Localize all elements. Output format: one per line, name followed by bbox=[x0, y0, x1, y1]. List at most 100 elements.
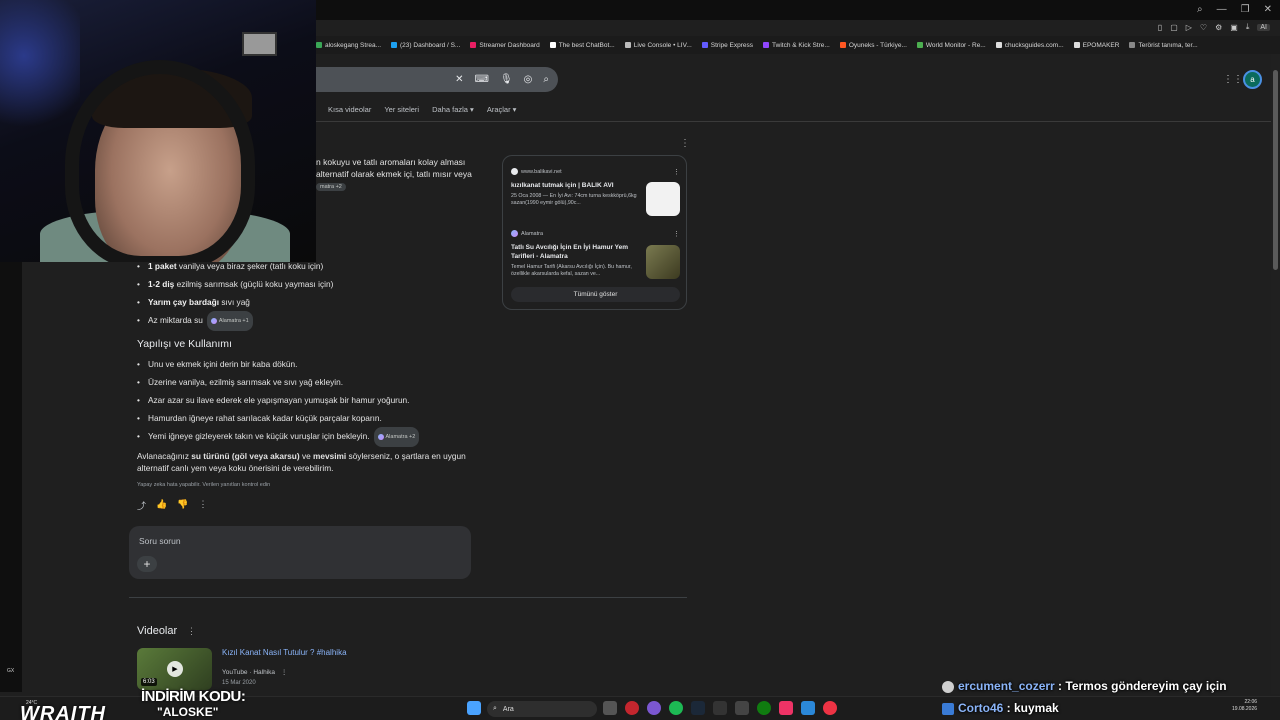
bookmark-favicon-icon bbox=[839, 42, 846, 48]
ingredient-item: Az miktarda su Alamatra +1 bbox=[137, 311, 333, 331]
paragraph-bold: su türünü (göl veya akarsu) bbox=[191, 451, 300, 461]
bookmark-label: chucksguides.com... bbox=[1004, 41, 1064, 49]
search-tab[interactable]: Yer siteleri bbox=[384, 105, 419, 114]
thumbs-down-icon[interactable]: 👎 bbox=[177, 499, 188, 512]
video-menu-icon[interactable]: ⋮ bbox=[281, 669, 288, 676]
source-chip[interactable]: Alamatra +1 bbox=[206, 311, 253, 331]
search-tabs-icon[interactable]: ⌕ bbox=[1197, 4, 1203, 15]
lens-icon[interactable]: ◎ bbox=[524, 74, 533, 85]
bookmark-item[interactable]: chucksguides.com... bbox=[995, 41, 1064, 49]
app-icon[interactable] bbox=[779, 701, 793, 715]
paragraph-bold: mevsimi bbox=[313, 451, 347, 461]
show-all-button[interactable]: Tümünü göster bbox=[511, 287, 680, 302]
more-icon[interactable]: ⋮ bbox=[198, 499, 207, 512]
download-icon[interactable]: ⤓ bbox=[1246, 22, 1250, 32]
video-title-link[interactable]: Kızıl Kanat Nasıl Tutulur ? #halhika bbox=[222, 648, 347, 657]
bookmark-label: (23) Dashboard / S... bbox=[400, 41, 461, 49]
taskbar-search[interactable]: ⌕ Ara bbox=[487, 701, 597, 717]
steps-list: Unu ve ekmek içini derin bir kaba dökün.… bbox=[137, 355, 420, 447]
bookmark-item[interactable]: Live Console • LIV... bbox=[624, 41, 692, 49]
ai-extension-button[interactable]: AI bbox=[1257, 23, 1270, 31]
search-tab[interactable]: Daha fazla ▾ bbox=[432, 105, 474, 114]
minimize-icon[interactable]: — bbox=[1217, 4, 1227, 15]
section-title: Yapılışı ve Kullanımı bbox=[137, 338, 232, 350]
taskbar-apps bbox=[603, 701, 837, 715]
search-icon: ⌕ bbox=[493, 705, 497, 712]
bookmark-item[interactable]: The best ChatBot... bbox=[549, 42, 615, 49]
ai-overview-menu-icon[interactable]: ⋮ bbox=[680, 138, 690, 149]
spotify-icon[interactable] bbox=[669, 701, 683, 715]
bookmark-item[interactable]: Streamer Dashboard bbox=[470, 42, 540, 49]
source-title[interactable]: Tatlı Su Avcılığı İçin En İyi Hamur Yem … bbox=[511, 243, 639, 261]
play-icon: ▶ bbox=[167, 661, 183, 677]
microphone-icon[interactable]: 🎙 bbox=[500, 74, 513, 85]
taskbar-search-label: Ara bbox=[502, 705, 514, 713]
webcam-light bbox=[0, 0, 80, 140]
screenshot-icon[interactable]: ▢ bbox=[1170, 23, 1178, 32]
xbox-icon[interactable] bbox=[757, 701, 771, 715]
ingredient-amount: 1 paket bbox=[148, 261, 177, 271]
close-icon[interactable]: ✕ bbox=[1264, 4, 1272, 15]
video-thumbnail[interactable]: ▶ 6:03 bbox=[137, 648, 212, 690]
video-source: YouTube · Halhika ⋮ bbox=[222, 668, 287, 676]
search-tab[interactable]: Araçlar ▾ bbox=[487, 105, 517, 114]
bait-photo-thumbnail[interactable] bbox=[646, 245, 680, 279]
account-avatar[interactable]: a bbox=[1243, 70, 1262, 89]
obs-icon[interactable] bbox=[823, 701, 837, 715]
opera-gx-icon[interactable] bbox=[625, 701, 639, 715]
source-menu-icon[interactable]: ⋮ bbox=[673, 230, 680, 238]
search-tab[interactable]: Kısa videolar bbox=[328, 105, 371, 114]
share-icon[interactable]: ⤴ bbox=[137, 499, 146, 512]
step-item: Azar azar su ilave ederek ele yapışmayan… bbox=[137, 391, 419, 409]
bookmark-item[interactable]: World Monitor - Re... bbox=[916, 41, 986, 49]
ask-placeholder: Soru sorun bbox=[139, 536, 181, 546]
fish-drawing-thumbnail[interactable] bbox=[646, 182, 680, 216]
windows-start-icon[interactable] bbox=[467, 701, 481, 715]
app-icon[interactable] bbox=[801, 701, 815, 715]
ask-followup-box[interactable]: Soru sorun + bbox=[129, 526, 471, 579]
thumbs-up-icon[interactable]: 👍 bbox=[156, 499, 167, 512]
overview-text-fragment: n kokuyu ve tatlı aromaları kolay alması bbox=[316, 157, 466, 167]
scrollbar-thumb[interactable] bbox=[1273, 70, 1278, 270]
task-view-icon[interactable] bbox=[603, 701, 617, 715]
bookmark-label: Live Console • LIV... bbox=[633, 41, 692, 49]
heart-icon[interactable]: ♡ bbox=[1200, 23, 1207, 32]
source-snippet: 25 Oca 2008 — En İyi Avı: 74cm turna kes… bbox=[511, 193, 637, 206]
source-menu-icon[interactable]: ⋮ bbox=[673, 168, 680, 176]
bookmark-favicon-icon bbox=[701, 42, 708, 48]
bookmark-item[interactable]: EPOMAKER bbox=[1073, 42, 1119, 49]
clear-search-icon[interactable]: ✕ bbox=[455, 74, 463, 85]
videos-menu-icon[interactable]: ⋮ bbox=[187, 626, 196, 637]
bookmark-item[interactable]: Terörist tanıma, ter... bbox=[1129, 42, 1198, 49]
source-chip[interactable]: matra +2 bbox=[316, 181, 346, 191]
discord-icon[interactable] bbox=[647, 701, 661, 715]
bookmark-label: World Monitor - Re... bbox=[925, 41, 986, 49]
bookmark-item[interactable]: Twitch & Kick Stre... bbox=[763, 42, 830, 49]
source-title[interactable]: kızılkanat tutmak için | BALIK AVI bbox=[511, 181, 639, 190]
brand-logo: WRAITH bbox=[20, 703, 106, 720]
capcut-icon[interactable] bbox=[735, 701, 749, 715]
source-chip[interactable]: Alamatra +2 bbox=[373, 427, 420, 447]
ingredient-text: ezilmiş sarımsak (güçlü koku yayması içi… bbox=[174, 279, 334, 289]
bookmark-item[interactable]: Stripe Express bbox=[701, 42, 753, 49]
webcam-overlay bbox=[0, 0, 316, 262]
bookmark-icon[interactable]: ▯ bbox=[1158, 23, 1162, 32]
play-icon[interactable]: ▷ bbox=[1186, 23, 1192, 32]
left-strip: GX bbox=[0, 262, 22, 692]
ai-disclaimer: Yapay zeka hata yapabilir. Verilen yanıt… bbox=[137, 482, 271, 488]
maximize-icon[interactable]: ❐ bbox=[1241, 4, 1250, 15]
extension-icon[interactable]: ▣ bbox=[1230, 23, 1238, 32]
bookmark-item[interactable]: aloskegang Strea... bbox=[316, 42, 381, 49]
site-favicon-icon bbox=[511, 168, 518, 175]
search-box[interactable]: ✕ ⌨ 🎙 ◎ ⌕ bbox=[316, 67, 558, 92]
settings-icon[interactable]: ⚙ bbox=[1215, 23, 1222, 32]
search-icon[interactable]: ⌕ bbox=[543, 74, 549, 85]
add-attachment-button[interactable]: + bbox=[137, 556, 157, 572]
bookmark-favicon-icon bbox=[1073, 42, 1080, 48]
keyboard-icon[interactable]: ⌨ bbox=[475, 74, 489, 85]
epic-games-icon[interactable] bbox=[713, 701, 727, 715]
bookmark-label: Twitch & Kick Stre... bbox=[772, 41, 830, 49]
bookmark-item[interactable]: Oyuneks - Türkiye... bbox=[839, 42, 907, 49]
bookmark-item[interactable]: (23) Dashboard / S... bbox=[391, 42, 460, 49]
steam-icon[interactable] bbox=[691, 701, 705, 715]
